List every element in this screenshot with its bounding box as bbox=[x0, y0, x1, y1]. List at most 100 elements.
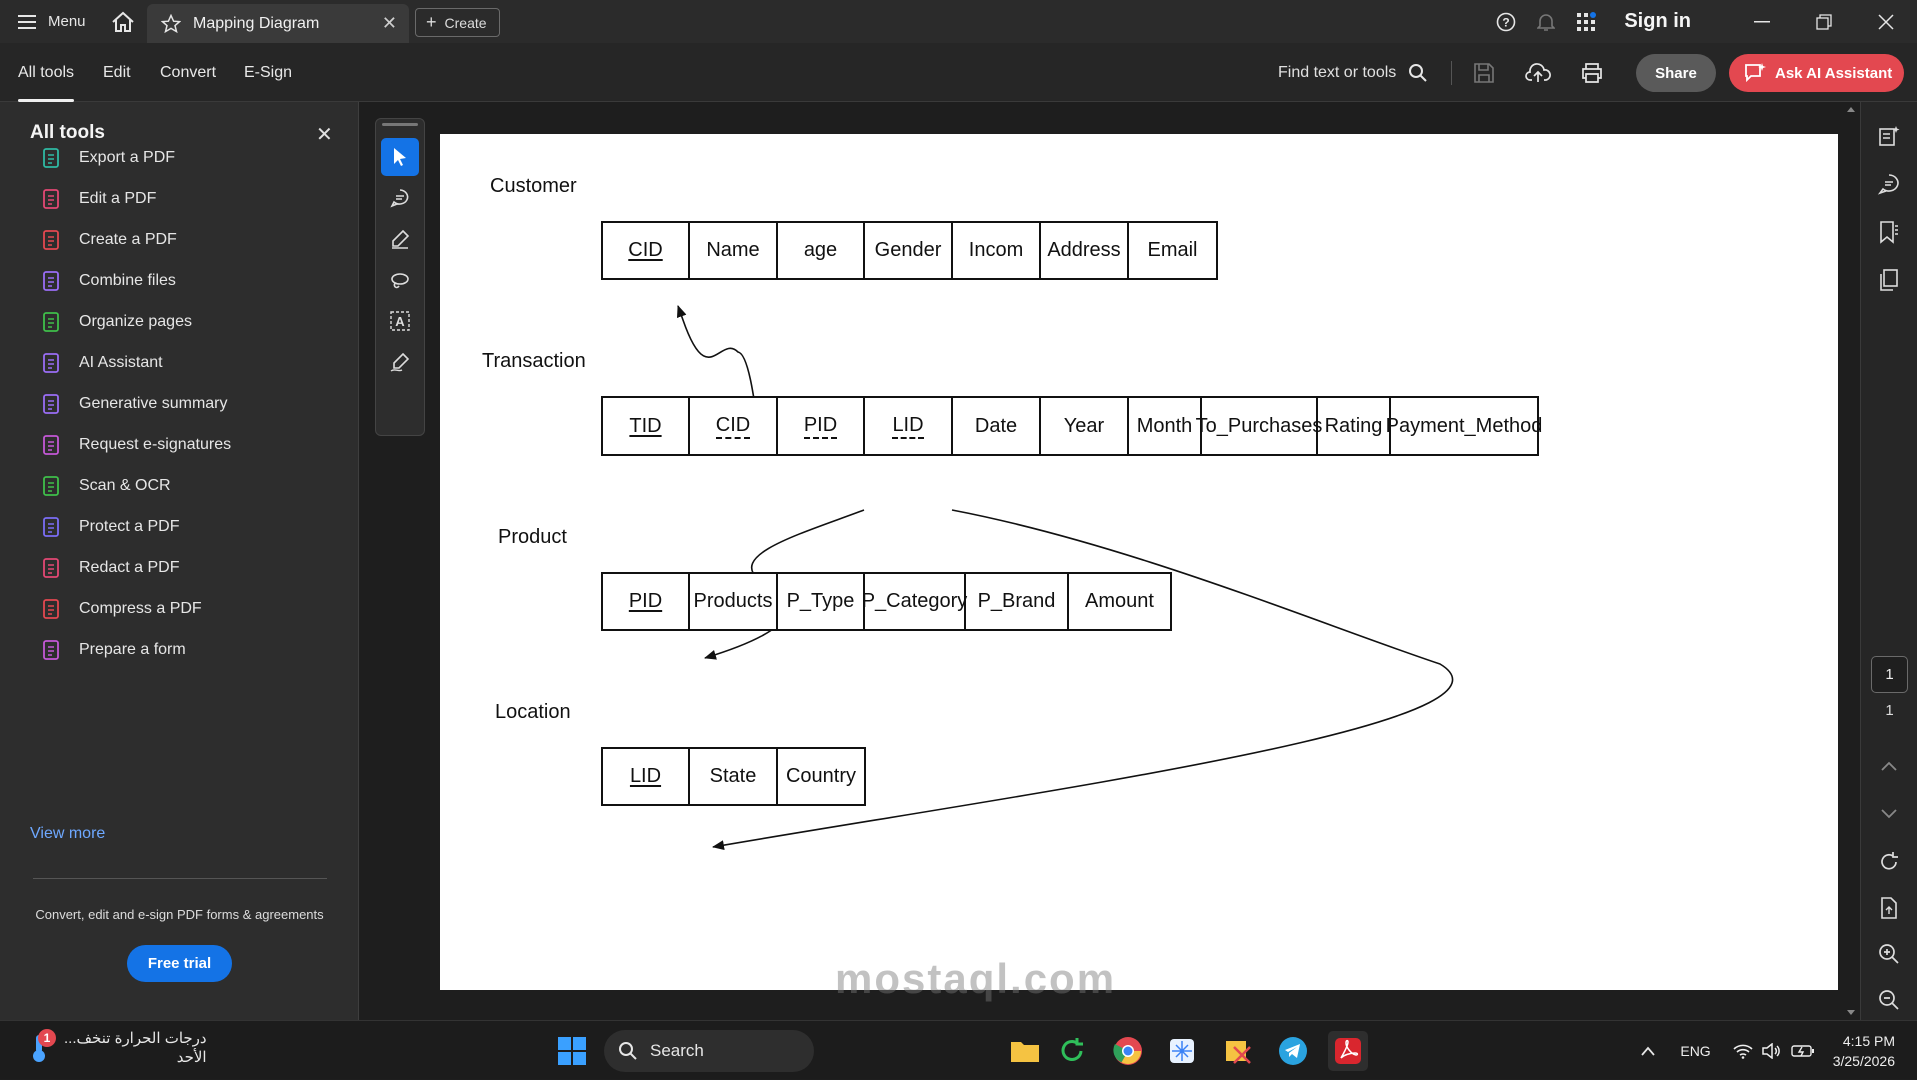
weather-widget[interactable]: 1 درجات الحرارة تنخف... الأحد bbox=[28, 1029, 207, 1067]
ask-ai-assistant-button[interactable]: Ask AI Assistant bbox=[1729, 54, 1904, 92]
document-tab-title: Mapping Diagram bbox=[193, 14, 320, 32]
tool-item[interactable]: Edit a PDF bbox=[41, 184, 156, 214]
table-cell: P_Brand bbox=[966, 574, 1069, 629]
right-tool-rail: 1 1 bbox=[1860, 102, 1917, 1020]
taskbar-search-label: Search bbox=[650, 1041, 704, 1060]
quick-tools-strip: A bbox=[375, 118, 425, 436]
language-indicator[interactable]: ENG bbox=[1680, 1043, 1710, 1059]
home-button[interactable] bbox=[100, 0, 145, 43]
close-window-button[interactable] bbox=[1855, 0, 1917, 43]
start-button[interactable] bbox=[552, 1031, 592, 1071]
wifi-icon[interactable] bbox=[1733, 1043, 1753, 1059]
file-explorer-icon[interactable] bbox=[1005, 1031, 1045, 1071]
notifications-bell-icon[interactable] bbox=[1526, 0, 1566, 43]
tool-item[interactable]: Export a PDF bbox=[41, 143, 175, 173]
tool-item[interactable]: Create a PDF bbox=[41, 225, 177, 255]
minimize-button[interactable] bbox=[1731, 0, 1793, 43]
refresh-app-icon[interactable] bbox=[1052, 1031, 1092, 1071]
tab-all-tools[interactable]: All tools bbox=[18, 43, 75, 102]
battery-charging-icon[interactable] bbox=[1791, 1044, 1815, 1058]
acrobat-taskbar-icon[interactable] bbox=[1328, 1031, 1368, 1071]
tool-item-label: Compress a PDF bbox=[79, 600, 202, 617]
tool-item-label: Create a PDF bbox=[79, 231, 177, 248]
restore-button[interactable] bbox=[1793, 0, 1855, 43]
table-customer: CID Name age Gender Incom Address Email bbox=[601, 221, 1218, 280]
highlight-tool-button[interactable] bbox=[381, 220, 419, 258]
star-icon[interactable] bbox=[161, 13, 181, 34]
menu-button[interactable]: Menu bbox=[0, 0, 100, 43]
find-text-or-tools[interactable]: Find text or tools bbox=[1278, 43, 1428, 102]
create-button[interactable]: + Create bbox=[415, 8, 500, 37]
table-cell: To_Purchases bbox=[1196, 398, 1322, 454]
page-fit-icon[interactable] bbox=[1875, 894, 1903, 922]
comment-icon bbox=[390, 189, 409, 208]
thermometer-icon: 1 bbox=[28, 1029, 56, 1063]
text-tool-button[interactable]: A bbox=[381, 302, 419, 340]
bookmarks-rail-icon[interactable] bbox=[1875, 218, 1903, 246]
snipping-tool-icon[interactable] bbox=[1162, 1031, 1202, 1071]
apps-grid-icon[interactable] bbox=[1566, 0, 1606, 43]
share-button[interactable]: Share bbox=[1636, 54, 1716, 92]
tool-item[interactable]: AI Assistant bbox=[41, 348, 163, 378]
close-tab-icon[interactable]: ✕ bbox=[382, 13, 397, 34]
sign-tool-button[interactable] bbox=[381, 343, 419, 381]
clock[interactable]: 4:15 PM 3/25/2026 bbox=[1833, 1031, 1895, 1071]
scan-ocr-icon bbox=[41, 475, 63, 497]
current-page-input[interactable]: 1 bbox=[1871, 656, 1908, 693]
svg-text:?: ? bbox=[1503, 15, 1510, 29]
cloud-upload-icon[interactable] bbox=[1522, 57, 1554, 89]
attribute-text: Incom bbox=[968, 239, 1024, 261]
cursor-icon bbox=[394, 148, 406, 166]
pdf-page[interactable]: Customer Transaction Product Location CI… bbox=[440, 134, 1838, 990]
sticky-notes-icon[interactable] bbox=[1218, 1031, 1258, 1071]
tab-edit[interactable]: Edit bbox=[103, 43, 131, 102]
comments-rail-icon[interactable] bbox=[1875, 170, 1903, 198]
page-up-chevron-icon[interactable] bbox=[1875, 752, 1903, 780]
tool-item-label: Organize pages bbox=[79, 313, 192, 330]
tool-item[interactable]: Request e-signatures bbox=[41, 430, 231, 460]
document-viewer[interactable]: Customer Transaction Product Location CI… bbox=[360, 102, 1860, 1020]
chrome-icon[interactable] bbox=[1108, 1031, 1148, 1071]
tab-esign[interactable]: E-Sign bbox=[244, 43, 292, 102]
view-more-link[interactable]: View more bbox=[30, 825, 105, 843]
show-hidden-icons-chevron[interactable] bbox=[1640, 1045, 1656, 1057]
volume-icon[interactable] bbox=[1761, 1042, 1781, 1059]
select-tool-button[interactable] bbox=[381, 138, 419, 176]
close-panel-icon[interactable]: ✕ bbox=[316, 122, 333, 147]
print-icon[interactable] bbox=[1576, 57, 1608, 89]
tool-item[interactable]: Redact a PDF bbox=[41, 553, 179, 583]
telegram-icon[interactable] bbox=[1273, 1031, 1313, 1071]
help-icon[interactable]: ? bbox=[1486, 0, 1526, 43]
tab-convert[interactable]: Convert bbox=[160, 43, 216, 102]
comment-tool-button[interactable] bbox=[381, 179, 419, 217]
tool-item[interactable]: Scan & OCR bbox=[41, 471, 171, 501]
rotate-icon[interactable] bbox=[1875, 848, 1903, 876]
create-label: Create bbox=[444, 14, 487, 31]
taskbar-search[interactable]: Search bbox=[604, 1030, 814, 1072]
zoom-out-icon[interactable] bbox=[1875, 986, 1903, 1014]
draw-tool-button[interactable] bbox=[381, 261, 419, 299]
home-icon bbox=[111, 11, 134, 32]
tool-item[interactable]: Organize pages bbox=[41, 307, 192, 337]
ai-summary-rail-icon[interactable] bbox=[1875, 122, 1903, 150]
free-trial-button[interactable]: Free trial bbox=[127, 945, 232, 982]
tool-item[interactable]: Generative summary bbox=[41, 389, 228, 419]
tool-item[interactable]: Combine files bbox=[41, 266, 176, 296]
tool-item[interactable]: Prepare a form bbox=[41, 635, 186, 665]
document-tab[interactable]: Mapping Diagram ✕ bbox=[147, 4, 409, 43]
system-tray: ENG 4:15 PM 3/25/2026 bbox=[1640, 1021, 1917, 1080]
panel-title: All tools bbox=[30, 122, 105, 143]
vertical-scrollbar[interactable] bbox=[1843, 102, 1859, 1020]
pages-rail-icon[interactable] bbox=[1875, 266, 1903, 294]
tool-item[interactable]: Protect a PDF bbox=[41, 512, 179, 542]
table-cell: Year bbox=[1041, 398, 1129, 454]
page-down-chevron-icon[interactable] bbox=[1875, 800, 1903, 828]
save-icon[interactable] bbox=[1468, 57, 1500, 89]
tool-item[interactable]: Compress a PDF bbox=[41, 594, 202, 624]
pen-sign-icon bbox=[390, 352, 410, 372]
drag-handle[interactable] bbox=[382, 123, 418, 126]
zoom-in-icon[interactable] bbox=[1875, 940, 1903, 968]
foreign-key-text: PID bbox=[803, 413, 838, 439]
prepare-form-icon bbox=[41, 639, 63, 661]
sign-in-link[interactable]: Sign in bbox=[1624, 10, 1691, 33]
